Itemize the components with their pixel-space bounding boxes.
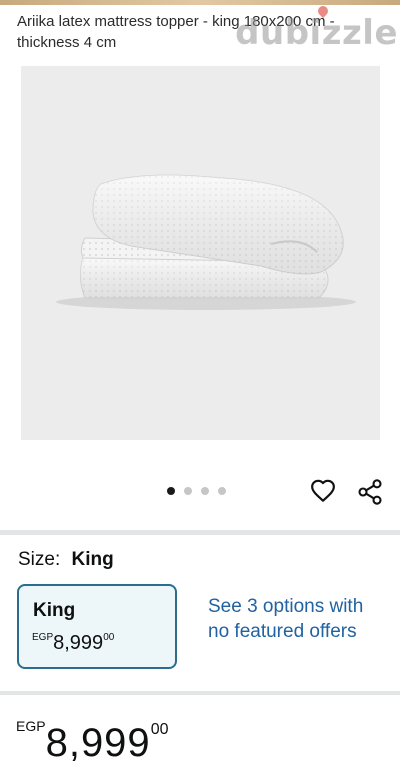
size-option-king[interactable]: King EGP8,99900	[17, 584, 177, 669]
see-options-link[interactable]: See 3 options with no featured offers	[208, 594, 383, 644]
size-label: Size:	[18, 549, 61, 570]
selected-size-value: King	[71, 549, 114, 570]
carousel-dot[interactable]	[201, 487, 209, 495]
size-option-price: EGP8,99900	[32, 632, 114, 655]
section-divider	[0, 530, 400, 535]
product-image[interactable]	[21, 66, 380, 440]
share-icon[interactable]	[356, 478, 384, 506]
section-divider	[0, 691, 400, 695]
mattress-topper-illustration	[56, 174, 356, 310]
size-selector-label: Size: King	[18, 549, 114, 571]
watermark-logo: dubizzle	[235, 13, 398, 53]
size-option-currency: EGP	[32, 632, 54, 643]
price-whole: 8,999	[45, 721, 151, 765]
size-option-price-whole: 8,999	[53, 632, 104, 654]
price-fraction: 00	[150, 721, 169, 738]
price-currency: EGP	[16, 718, 46, 734]
image-carousel-indicator[interactable]	[167, 487, 226, 495]
carousel-dot[interactable]	[184, 487, 192, 495]
carousel-dot[interactable]	[218, 487, 226, 495]
main-price: EGP8,99900	[16, 718, 168, 766]
size-option-price-fraction: 00	[103, 632, 115, 643]
heart-icon[interactable]	[310, 478, 336, 504]
carousel-dot[interactable]	[167, 487, 175, 495]
size-option-name: King	[33, 600, 76, 621]
top-decorative-strip	[0, 0, 400, 5]
